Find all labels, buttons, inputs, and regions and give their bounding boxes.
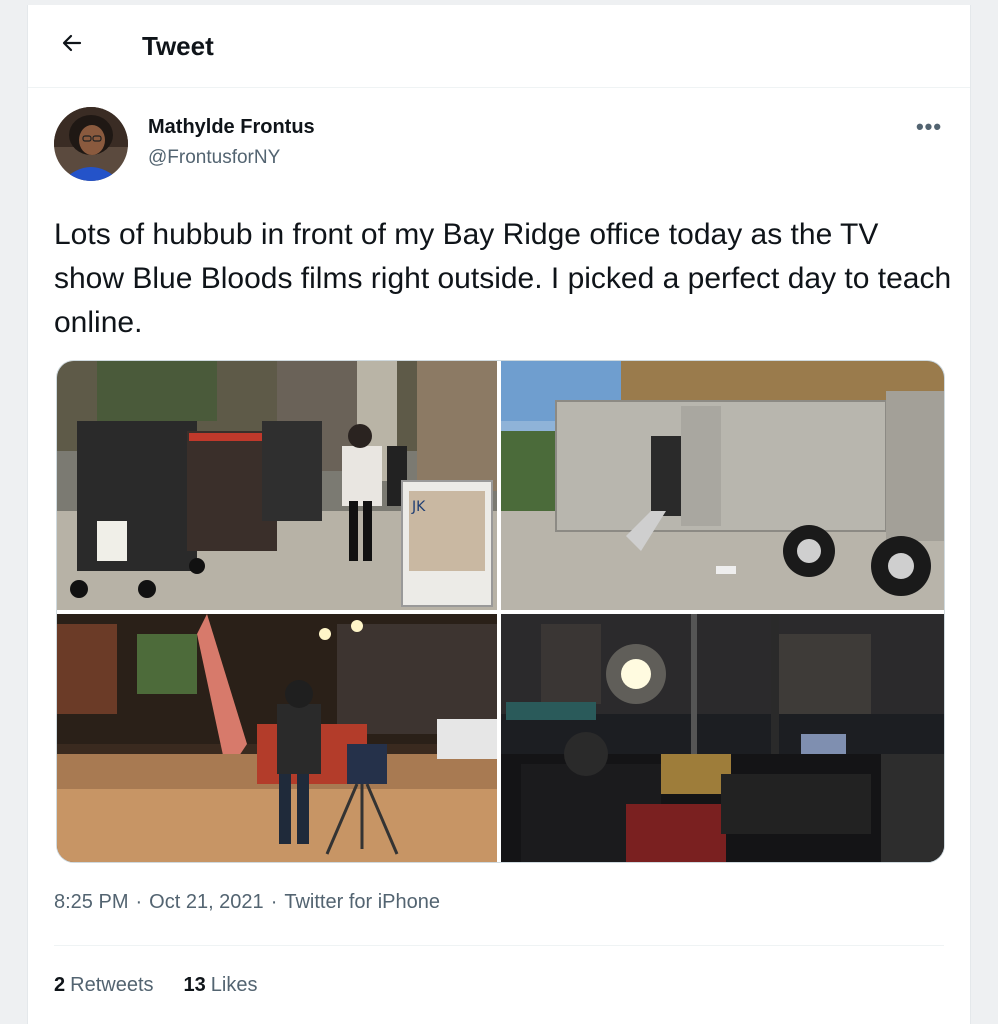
sign-text: JK <box>411 499 426 515</box>
avatar[interactable] <box>54 107 128 181</box>
page-header: Tweet <box>28 5 970 88</box>
author-display-name[interactable]: Mathylde Frontus <box>148 116 315 139</box>
divider <box>54 945 944 946</box>
separator: · <box>270 891 278 913</box>
tweet-card: Tweet Mathylde Frontus @FrontusforNY •••… <box>27 5 971 1024</box>
retweets-count: 2 <box>54 974 66 996</box>
arrow-left-icon <box>60 31 84 60</box>
tweet-stats: 2 Retweets 13 Likes <box>54 974 257 997</box>
more-options-button[interactable]: ••• <box>912 113 946 141</box>
author-handle[interactable]: @FrontusforNY <box>148 147 280 169</box>
likes-label: Likes <box>210 974 258 996</box>
retweets-label: Retweets <box>70 974 154 996</box>
media-photo-4[interactable] <box>501 614 944 862</box>
separator: · <box>135 891 143 913</box>
tweet-time[interactable]: 8:25 PM <box>54 891 128 914</box>
media-photo-1[interactable]: JK <box>57 361 497 610</box>
more-horizontal-icon: ••• <box>915 114 943 139</box>
likes-stat[interactable]: 13 Likes <box>184 974 258 997</box>
tweet-metadata: 8:25 PM · Oct 21, 2021 · Twitter for iPh… <box>54 891 440 914</box>
tweet-date[interactable]: Oct 21, 2021 <box>149 891 264 914</box>
likes-count: 13 <box>183 974 206 996</box>
page-title: Tweet <box>142 31 214 61</box>
back-button[interactable] <box>54 27 90 63</box>
tweet-source[interactable]: Twitter for iPhone <box>284 891 440 914</box>
media-grid: JK <box>56 360 945 863</box>
retweets-stat[interactable]: 2 Retweets <box>54 974 154 997</box>
tweet-text: Lots of hubbub in front of my Bay Ridge … <box>54 218 952 339</box>
media-photo-3[interactable] <box>57 614 497 862</box>
media-photo-2[interactable] <box>501 361 944 610</box>
